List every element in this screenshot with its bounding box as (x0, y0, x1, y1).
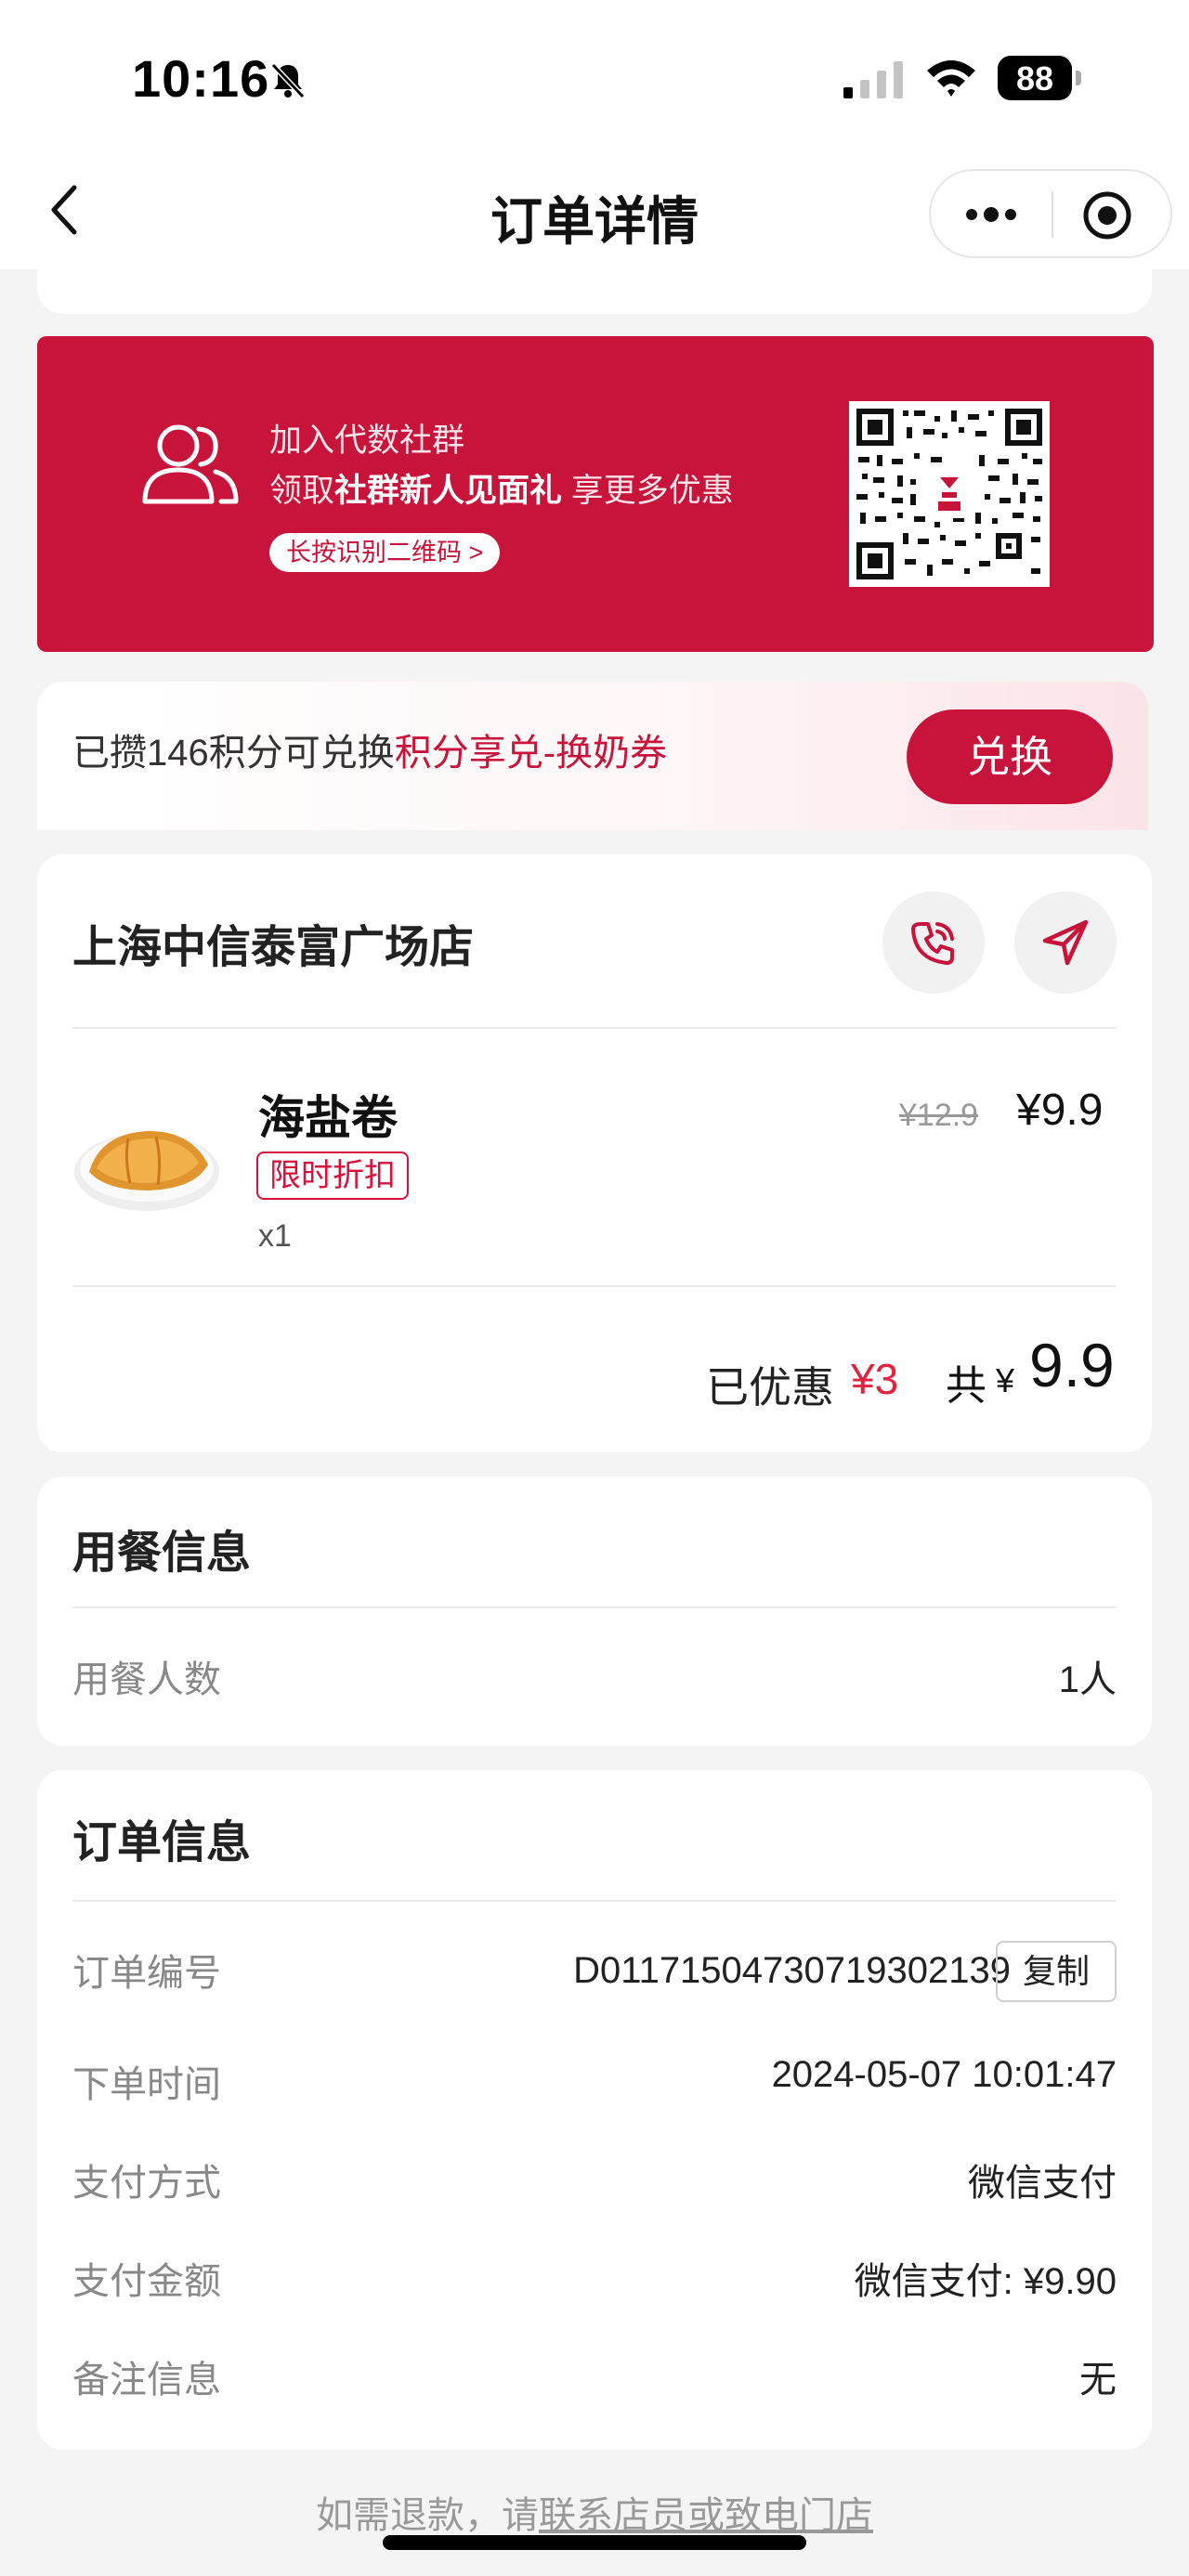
info-label: 用餐人数 (72, 1659, 221, 1700)
community-gift: 社群新人见面礼 (334, 473, 563, 509)
mini-program-capsule (929, 169, 1172, 258)
phone-icon (911, 922, 954, 965)
call-store-button[interactable] (882, 891, 985, 994)
previous-card-bottom (37, 260, 1152, 314)
info-label: 支付金额 (72, 2261, 221, 2302)
community-banner[interactable]: 加入代数社群 领取社群新人见面礼 享更多优惠 长按识别二维码 > (37, 336, 1154, 652)
qr-code[interactable] (849, 401, 1050, 587)
points-exchange-bar: 已攒146积分可兑换积分享兑-换奶券 兑换 (37, 682, 1148, 830)
contact-store-link[interactable]: 联系店员或致电门店 (539, 2495, 873, 2536)
points-highlight[interactable]: 积分享兑-换奶券 (395, 733, 667, 774)
battery-body: 88 (998, 56, 1072, 100)
order-number: D01171504730719302139 (573, 1950, 1011, 1991)
signal-icon (843, 61, 903, 98)
store-name: 上海中信泰富广场店 (72, 923, 475, 972)
bell-slash-icon (270, 62, 306, 99)
info-value: 微信支付 (968, 2163, 1117, 2204)
discount-tag: 限时折扣 (256, 1151, 409, 1200)
total-amount: 9.9 (1029, 1331, 1115, 1399)
status-time: 10:16 (132, 49, 270, 108)
info-value: 1人 (1058, 1659, 1117, 1700)
total-label: 共 (946, 1363, 986, 1409)
qr-hint-badge: 长按识别二维码 > (269, 533, 501, 572)
community-subtitle: 领取社群新人见面礼 享更多优惠 (269, 464, 734, 512)
community-title: 加入代数社群 (269, 423, 465, 459)
original-price: ¥12.9 (899, 1098, 979, 1133)
community-line2-prefix: 领取 (269, 473, 335, 509)
battery-icon: 88 (998, 56, 1081, 100)
saved-label: 已优惠 (706, 1363, 834, 1412)
product-quantity: x1 (258, 1218, 292, 1254)
info-label: 备注信息 (72, 2360, 221, 2400)
capsule-divider (1052, 191, 1053, 238)
nav-bar: 订单详情 (0, 158, 1189, 269)
target-icon[interactable] (1081, 189, 1133, 241)
section-title: 订单信息 (72, 1818, 252, 1867)
community-line2-suffix: 享更多优惠 (570, 473, 734, 509)
saved-amount: ¥3 (851, 1355, 899, 1403)
product-image (74, 1131, 219, 1211)
refund-note: 如需退款，请联系店员或致电门店 (0, 2485, 1189, 2539)
navigation-icon (1042, 919, 1089, 966)
home-indicator (383, 2535, 806, 2550)
dining-info-card: 用餐信息 用餐人数 1人 (37, 1477, 1152, 1746)
info-value: 微信支付: ¥9.90 (854, 2261, 1117, 2302)
points-text: 已攒146积分可兑换积分享兑-换奶券 (72, 722, 667, 776)
section-title: 用餐信息 (72, 1529, 252, 1578)
info-label: 下单时间 (72, 2064, 221, 2105)
points-prefix: 已攒146积分可兑换 (72, 733, 395, 774)
info-label: 支付方式 (72, 2163, 221, 2204)
order-info-card: 订单信息 订单编号 D01171504730719302139 复制 下单时间 … (37, 1770, 1152, 2450)
store-card: 上海中信泰富广场店 海盐卷 限时折扣 x1 ¥12.9 ¥9.9 已优惠 ¥3 … (37, 854, 1152, 1452)
more-icon[interactable] (959, 191, 1024, 238)
navigate-store-button[interactable] (1014, 891, 1117, 994)
battery-level: 88 (1015, 59, 1054, 98)
users-icon (142, 424, 239, 504)
total-currency: ¥ (996, 1361, 1015, 1399)
exchange-button[interactable]: 兑换 (907, 709, 1113, 804)
divider (72, 1607, 1117, 1608)
info-value: 无 (1079, 2360, 1117, 2400)
product-name: 海盐卷 (258, 1092, 398, 1144)
wifi-icon (927, 60, 975, 97)
refund-prefix: 如需退款，请 (316, 2495, 539, 2536)
divider (72, 1900, 1117, 1902)
current-price: ¥9.9 (1016, 1086, 1104, 1135)
battery-tip (1076, 71, 1081, 85)
status-bar: 10:16 88 (0, 0, 1189, 158)
divider (72, 1285, 1117, 1287)
copy-button[interactable]: 复制 (996, 1941, 1117, 2002)
info-label: 订单编号 (72, 1953, 221, 1994)
info-value: 2024-05-07 10:01:47 (771, 2054, 1117, 2095)
divider (72, 1027, 1117, 1029)
